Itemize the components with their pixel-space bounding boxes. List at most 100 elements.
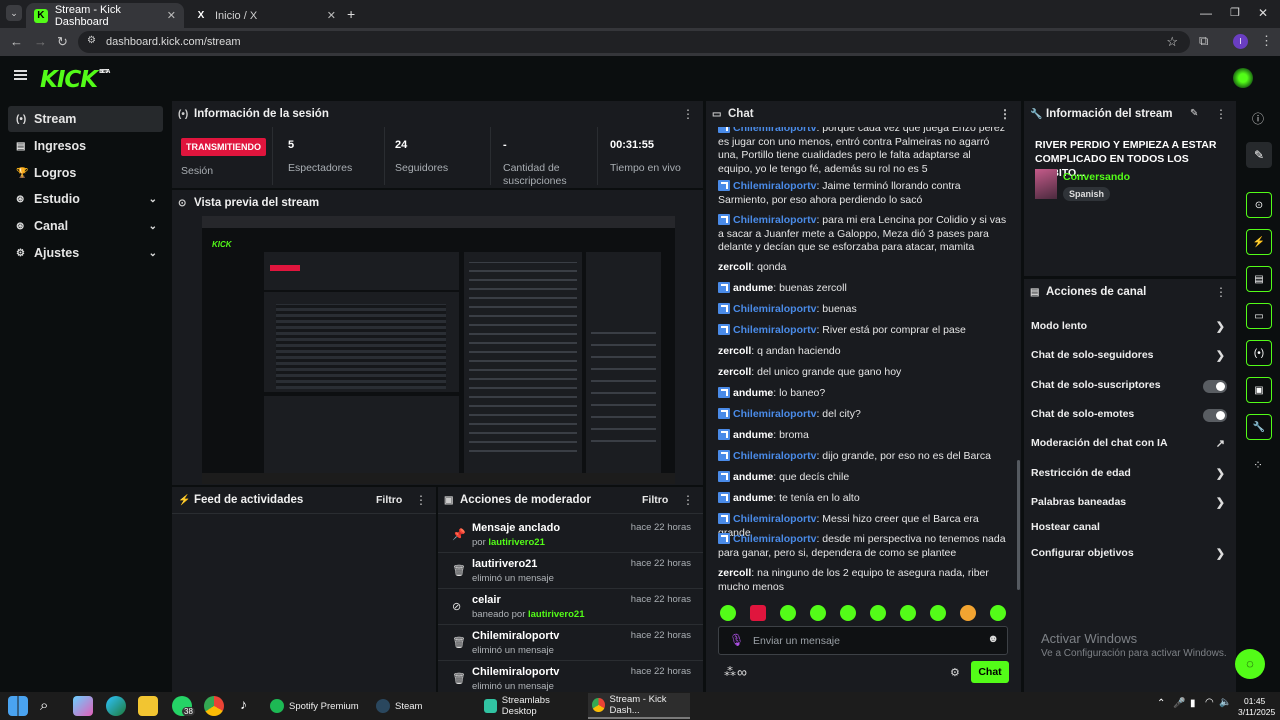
emote-icon[interactable] <box>960 605 976 621</box>
chat-username[interactable]: zercoll <box>718 567 751 579</box>
back-icon[interactable]: ← <box>10 34 23 49</box>
rail-more-icon[interactable]: ⁘ <box>1253 458 1263 472</box>
sidebar-item-logros[interactable]: 🏆 Logros <box>8 160 163 186</box>
rail-broadcast-button[interactable]: (•) <box>1246 340 1272 366</box>
action-ai-moderation[interactable]: Moderación del chat con IA ↗ <box>1031 437 1231 455</box>
chat-username[interactable]: andume <box>733 471 773 483</box>
address-bar[interactable]: ⚙ dashboard.kick.com/stream ☆ <box>78 31 1190 53</box>
chat-username[interactable]: Chilemiraloportv <box>733 303 816 315</box>
new-tab-button[interactable]: + <box>347 6 355 22</box>
subscribers-only-toggle[interactable] <box>1203 380 1227 393</box>
emote-icon[interactable] <box>810 605 826 621</box>
taskbar-app-streamlabs[interactable]: Streamlabs Desktop <box>480 693 580 719</box>
support-chat-button[interactable]: ◌ <box>1235 649 1265 679</box>
close-icon[interactable]: ✕ <box>167 9 176 22</box>
emoji-picker-icon[interactable]: ☻ <box>987 633 999 645</box>
edit-pencil-icon[interactable]: ✎ <box>1190 108 1198 119</box>
send-chat-button[interactable]: Chat <box>971 661 1009 683</box>
action-host-channel[interactable]: Hostear canal <box>1031 521 1231 539</box>
chat-username[interactable]: andume <box>733 429 773 441</box>
rail-moderator-button[interactable]: ▣ <box>1246 377 1272 403</box>
file-explorer-icon[interactable] <box>138 696 158 716</box>
bookmark-star-icon[interactable]: ☆ <box>1166 34 1178 50</box>
rail-stream-info-button[interactable]: ▤ <box>1246 266 1272 292</box>
tiktok-icon[interactable]: ♪ <box>240 696 247 712</box>
chat-username[interactable]: andume <box>733 492 773 504</box>
forward-icon[interactable]: → <box>34 34 47 49</box>
filter-button[interactable]: Filtro <box>376 494 402 506</box>
chat-username[interactable]: Chilemiraloportv <box>733 533 816 545</box>
search-icon[interactable]: ⌕ <box>40 697 48 714</box>
rail-preview-button[interactable]: ⊙ <box>1246 192 1272 218</box>
minimize-icon[interactable]: — <box>1200 6 1212 20</box>
emote-icon[interactable] <box>900 605 916 621</box>
action-slow-mode[interactable]: Modo lento ❯ <box>1031 320 1231 338</box>
kick-points-icon[interactable]: ⁂ <box>724 665 736 679</box>
emotes-only-toggle[interactable] <box>1203 409 1227 422</box>
more-options-icon[interactable]: ⋮ <box>682 493 694 507</box>
chat-input[interactable]: 🎙 Enviar un mensaje ☻ <box>718 626 1008 655</box>
more-options-icon[interactable]: ⋮ <box>999 107 1011 121</box>
chat-username[interactable]: zercoll <box>718 261 751 273</box>
hamburger-menu-icon[interactable] <box>14 70 27 80</box>
rail-activity-button[interactable]: ⚡ <box>1246 229 1272 255</box>
chat-username[interactable]: andume <box>733 387 773 399</box>
emote-icon[interactable] <box>720 605 736 621</box>
kick-logo[interactable]: KICK BETA <box>40 67 110 93</box>
extensions-icon[interactable]: ⧉ <box>1199 33 1208 49</box>
restore-icon[interactable]: ❐ <box>1230 6 1240 19</box>
rail-wrench-button[interactable]: 🔧 <box>1246 414 1272 440</box>
chat-username[interactable]: Chilemiraloportv <box>733 127 816 134</box>
taskbar-app-steam[interactable]: Steam <box>372 693 472 719</box>
tray-app-icon[interactable]: ▮ <box>1190 698 1196 709</box>
category-link[interactable]: Conversando <box>1063 171 1130 183</box>
sidebar-item-ingresos[interactable]: ▤ Ingresos <box>8 133 163 159</box>
chat-scrollbar[interactable] <box>1017 460 1020 590</box>
menu-kebab-icon[interactable]: ⋮ <box>1260 33 1273 49</box>
action-banned-words[interactable]: Palabras baneadas ❯ <box>1031 496 1231 514</box>
emote-icon[interactable] <box>930 605 946 621</box>
action-followers-only[interactable]: Chat de solo-seguidores ❯ <box>1031 349 1231 367</box>
tray-chevron-icon[interactable]: ⌃ <box>1157 698 1165 709</box>
chrome-icon[interactable] <box>204 696 224 716</box>
window-close-icon[interactable]: ✕ <box>1258 6 1268 20</box>
infinity-icon[interactable]: ∞ <box>737 664 747 680</box>
info-icon[interactable]: ⓘ <box>1252 110 1264 127</box>
clock-time[interactable]: 01:45 <box>1244 696 1265 706</box>
sidebar-item-estudio[interactable]: ⊛ Estudio ⌄ <box>8 186 163 212</box>
microphone-icon[interactable]: 🎙 <box>729 633 744 647</box>
more-options-icon[interactable]: ⋮ <box>1215 285 1227 299</box>
emote-icon[interactable] <box>750 605 766 621</box>
chat-settings-icon[interactable]: ⚙ <box>950 666 960 679</box>
profile-avatar[interactable]: I <box>1233 34 1248 49</box>
site-info-icon[interactable]: ⚙ <box>87 35 96 46</box>
more-options-icon[interactable]: ⋮ <box>1215 107 1227 121</box>
microphone-tray-icon[interactable]: 🎤 <box>1173 698 1185 709</box>
volume-icon[interactable]: 🔈 <box>1219 697 1231 708</box>
emote-icon[interactable] <box>870 605 886 621</box>
chat-username[interactable]: andume <box>733 282 773 294</box>
chat-username[interactable]: Chilemiraloportv <box>733 214 816 226</box>
tab-list-button[interactable]: ⌄ <box>6 5 22 21</box>
chat-username[interactable]: zercoll <box>718 366 751 378</box>
more-options-icon[interactable]: ⋮ <box>682 107 694 121</box>
row-user-link[interactable]: lautirivero21 <box>488 537 545 548</box>
emote-icon[interactable] <box>990 605 1006 621</box>
chat-username[interactable]: zercoll <box>718 345 751 357</box>
chat-username[interactable]: Chilemiraloportv <box>733 408 816 420</box>
action-age-restriction[interactable]: Restricción de edad ❯ <box>1031 467 1231 485</box>
row-user-link[interactable]: lautirivero21 <box>528 609 585 620</box>
reload-icon[interactable]: ↻ <box>57 34 68 50</box>
sidebar-item-canal[interactable]: ⊛ Canal ⌄ <box>8 213 163 239</box>
copilot-icon[interactable] <box>73 696 93 716</box>
close-icon[interactable]: ✕ <box>327 9 336 22</box>
emote-icon[interactable] <box>780 605 796 621</box>
wifi-icon[interactable]: ◠ <box>1205 697 1214 708</box>
chat-username[interactable]: Chilemiraloportv <box>733 513 816 525</box>
rail-chat-button[interactable]: ▭ <box>1246 303 1272 329</box>
filter-button[interactable]: Filtro <box>642 494 668 506</box>
edge-icon[interactable] <box>106 696 126 716</box>
taskbar-app-chrome-kick[interactable]: Stream - Kick Dash... <box>588 693 690 719</box>
edit-layout-button[interactable]: ✎ <box>1246 142 1272 168</box>
user-avatar[interactable] <box>1233 68 1253 88</box>
